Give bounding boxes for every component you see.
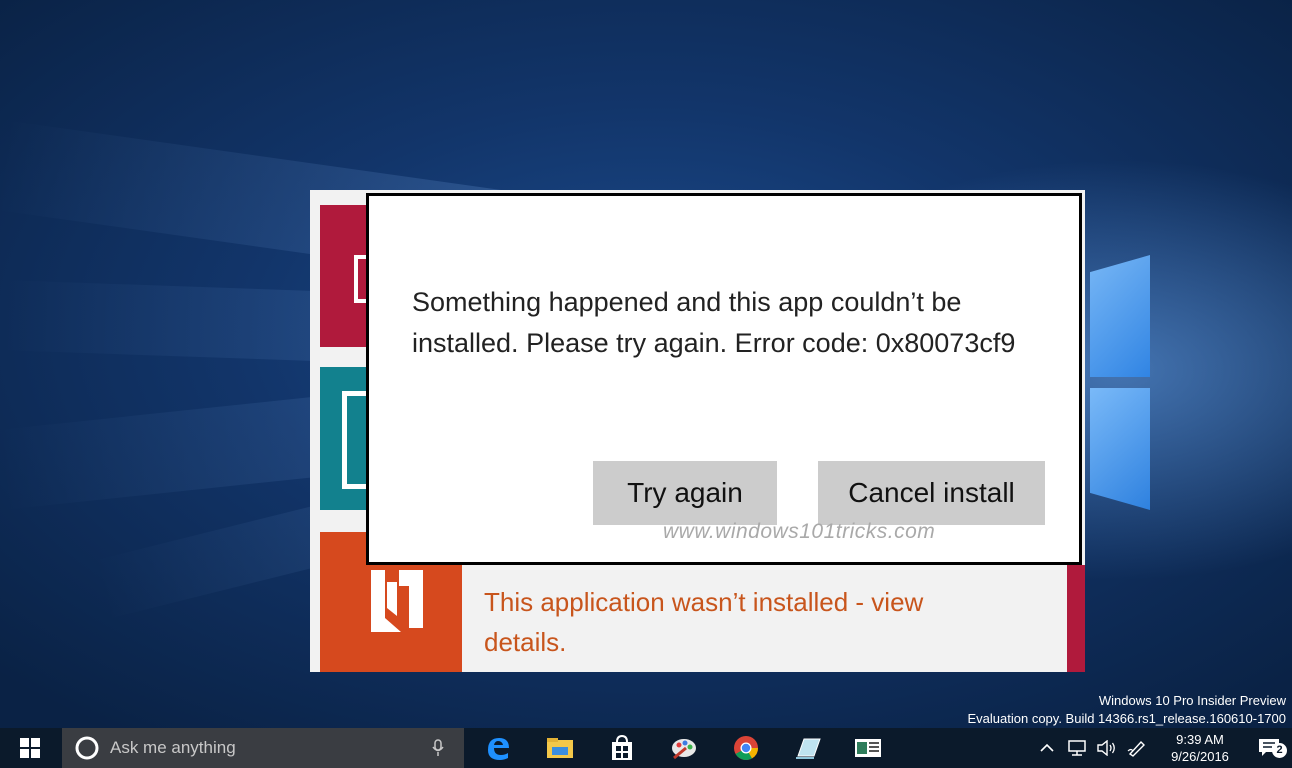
file-explorer-icon: [547, 738, 573, 758]
start-button[interactable]: [0, 728, 60, 768]
monitor-app-icon: [855, 739, 881, 757]
microphone-icon[interactable]: [432, 739, 444, 757]
action-center-button[interactable]: 2: [1248, 728, 1292, 768]
windows-start-icon: [20, 738, 40, 758]
cortana-icon: [75, 736, 99, 760]
file-explorer-app[interactable]: [534, 728, 586, 768]
notification-count-badge: 2: [1272, 743, 1287, 758]
cancel-install-button[interactable]: Cancel install: [818, 461, 1045, 525]
notification-text[interactable]: This application wasn’t installed - view…: [484, 582, 944, 662]
error-dialog: Something happened and this app couldn’t…: [366, 193, 1082, 565]
edge-app[interactable]: [472, 728, 524, 768]
volume-icon[interactable]: [1092, 728, 1122, 768]
app-logo-icon: [371, 570, 423, 632]
eval-line-build: Evaluation copy. Build 14366.rs1_release…: [967, 711, 1287, 726]
chrome-app[interactable]: [720, 728, 772, 768]
clock-date: 9/26/2016: [1171, 749, 1229, 764]
writer-app[interactable]: [782, 728, 834, 768]
cortana-search-box[interactable]: Ask me anything: [62, 728, 464, 768]
windows-logo-pane: [1090, 255, 1150, 377]
windows-logo-pane: [1090, 388, 1150, 510]
system-tray: 9:39 AM 9/26/2016 2: [1032, 728, 1292, 768]
search-placeholder: Ask me anything: [110, 738, 236, 757]
store-app[interactable]: [596, 728, 648, 768]
paint-app[interactable]: [658, 728, 710, 768]
chrome-icon: [734, 736, 758, 761]
try-again-button[interactable]: Try again: [593, 461, 777, 525]
edge-icon: [488, 738, 509, 760]
clock-time: 9:39 AM: [1176, 732, 1224, 747]
evaluation-watermark: Windows 10 Pro Insider Preview Evaluatio…: [968, 692, 1287, 728]
taskbar: Ask me anything 9:39 AM 9/26/2016 2: [0, 728, 1292, 768]
notification-accent-bar: [1067, 565, 1085, 672]
store-icon: [612, 735, 632, 760]
app-icon: [796, 738, 821, 759]
paint-icon: [672, 739, 696, 760]
monitor-app[interactable]: [842, 728, 894, 768]
show-hidden-icons-chevron-up-icon[interactable]: [1032, 728, 1062, 768]
pen-ink-workspace-icon[interactable]: [1122, 728, 1152, 768]
eval-line-edition: Windows 10 Pro Insider Preview: [1098, 693, 1286, 708]
network-icon[interactable]: [1062, 728, 1092, 768]
taskbar-clock[interactable]: 9:39 AM 9/26/2016: [1158, 731, 1242, 765]
watermark: www.windows101tricks.com: [663, 520, 936, 543]
error-message: Something happened and this app couldn’t…: [412, 287, 1016, 358]
